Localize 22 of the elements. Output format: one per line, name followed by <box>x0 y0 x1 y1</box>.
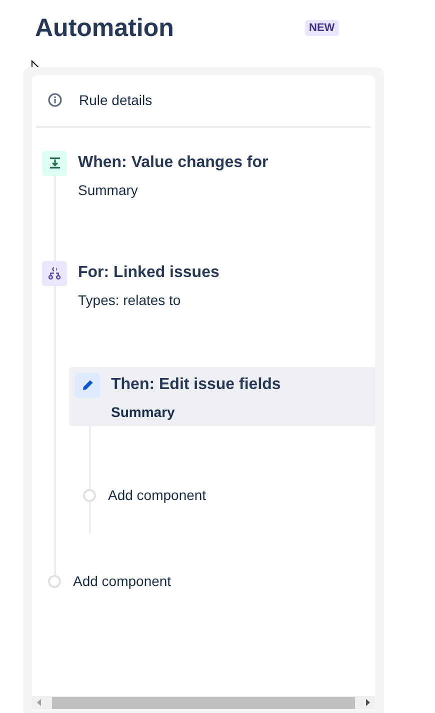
add-component-link[interactable]: Add component <box>83 487 206 503</box>
action-title: Then: Edit issue fields <box>111 376 281 394</box>
new-badge: NEW <box>305 20 339 36</box>
trigger-detail: Summary <box>78 182 138 198</box>
scrollbar-thumb[interactable] <box>52 696 355 708</box>
download-arrow-icon <box>48 157 60 169</box>
scroll-left-icon[interactable] <box>37 699 42 706</box>
add-node-icon <box>83 488 96 502</box>
scroll-right-icon[interactable] <box>365 699 370 706</box>
horizontal-scrollbar[interactable] <box>32 696 375 709</box>
hierarchy-icon <box>48 266 61 280</box>
pencil-icon <box>82 379 94 391</box>
action-detail: Summary <box>111 404 175 420</box>
branch-detail: Types: relates to <box>78 292 181 308</box>
rule-details-item[interactable]: Rule details <box>32 75 208 109</box>
page-title: Automation <box>35 14 175 42</box>
branch-title: For: Linked issues <box>78 264 220 282</box>
info-icon <box>48 93 62 107</box>
trigger-title: When: Value changes for <box>78 154 268 172</box>
add-node-icon <box>48 574 61 588</box>
add-component-link[interactable]: Add component <box>48 573 172 589</box>
action-step[interactable]: Then: Edit issue fields Summary <box>69 367 375 426</box>
